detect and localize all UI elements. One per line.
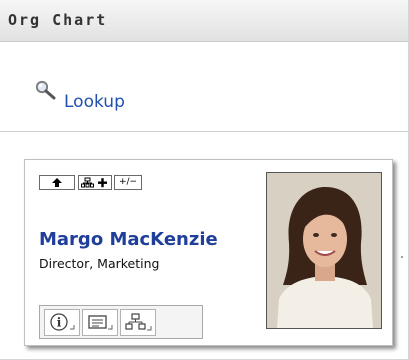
lookup-label: Lookup xyxy=(64,92,125,112)
svg-text:i: i xyxy=(57,316,62,330)
expand-collapse-icon: +/− xyxy=(118,177,138,187)
info-button[interactable]: i xyxy=(44,309,80,336)
org-structure-button[interactable] xyxy=(120,309,156,336)
person-card: +/− Margo MacKenzie Director, Marketing … xyxy=(24,159,393,346)
org-chart-panel: Org Chart Lookup +/− Margo MacKenzie Dir… xyxy=(0,0,409,360)
action-bar: i xyxy=(39,305,203,339)
person-title: Director, Marketing xyxy=(39,256,160,271)
add-subordinates-button[interactable] xyxy=(78,175,112,190)
org-structure-icon xyxy=(125,313,152,331)
vcard-button[interactable] xyxy=(82,309,118,336)
person-name[interactable]: Margo MacKenzie xyxy=(39,229,218,250)
go-to-manager-button[interactable] xyxy=(39,175,75,190)
org-add-icon xyxy=(81,177,107,188)
vcard-icon xyxy=(88,315,113,330)
up-arrow-icon xyxy=(52,178,62,187)
title-bar: Org Chart xyxy=(0,0,408,42)
magnifier-icon xyxy=(35,80,56,100)
panel-title: Org Chart xyxy=(8,11,108,29)
portrait-image xyxy=(267,173,381,328)
info-icon: i xyxy=(50,313,75,331)
divider xyxy=(0,131,408,132)
person-photo xyxy=(266,172,382,329)
decorative-dot xyxy=(401,256,403,258)
expand-collapse-button[interactable]: +/− xyxy=(114,175,142,190)
